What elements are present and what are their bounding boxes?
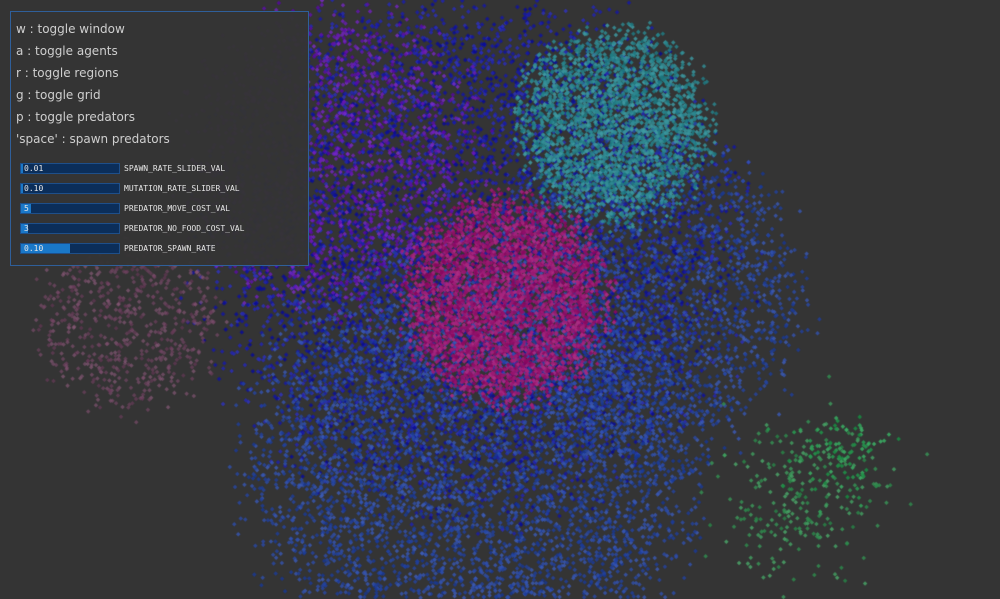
predator-no-food-cost-value: 3 bbox=[24, 224, 29, 233]
mutation-rate-slider-fill bbox=[21, 184, 23, 193]
key-hint-spawn-predators: 'space' : spawn predators bbox=[16, 132, 170, 146]
spawn-rate-slider-fill bbox=[21, 164, 23, 173]
predator-move-cost-label: PREDATOR_MOVE_COST_VAL bbox=[124, 204, 230, 213]
spawn-rate-value: 0.01 bbox=[24, 164, 44, 173]
predator-no-food-cost-slider-row: 3 PREDATOR_NO_FOOD_COST_VAL bbox=[20, 223, 300, 234]
key-hint-toggle-grid: g : toggle grid bbox=[16, 88, 101, 102]
controls-panel: w : toggle window a : toggle agents r : … bbox=[10, 11, 309, 266]
predator-spawn-rate-slider-row: 0.10 PREDATOR_SPAWN_RATE bbox=[20, 243, 300, 254]
mutation-rate-slider[interactable]: 0.10 bbox=[20, 183, 120, 194]
mutation-rate-slider-row: 0.10 MUTATION_RATE_SLIDER_VAL bbox=[20, 183, 300, 194]
predator-no-food-cost-label: PREDATOR_NO_FOOD_COST_VAL bbox=[124, 224, 245, 233]
predator-spawn-rate-slider[interactable]: 0.10 bbox=[20, 243, 120, 254]
predator-move-cost-value: 5 bbox=[24, 204, 29, 213]
key-hint-toggle-predators: p : toggle predators bbox=[16, 110, 135, 124]
spawn-rate-label: SPAWN_RATE_SLIDER_VAL bbox=[124, 164, 226, 173]
predator-spawn-rate-value: 0.10 bbox=[24, 244, 44, 253]
spawn-rate-slider-row: 0.01 SPAWN_RATE_SLIDER_VAL bbox=[20, 163, 300, 174]
key-hint-toggle-regions: r : toggle regions bbox=[16, 66, 119, 80]
predator-move-cost-slider[interactable]: 5 bbox=[20, 203, 120, 214]
spawn-rate-slider[interactable]: 0.01 bbox=[20, 163, 120, 174]
key-hint-toggle-agents: a : toggle agents bbox=[16, 44, 118, 58]
predator-move-cost-slider-row: 5 PREDATOR_MOVE_COST_VAL bbox=[20, 203, 300, 214]
key-hint-toggle-window: w : toggle window bbox=[16, 22, 125, 36]
simulation-window[interactable]: w : toggle window a : toggle agents r : … bbox=[0, 0, 1000, 599]
predator-spawn-rate-label: PREDATOR_SPAWN_RATE bbox=[124, 244, 216, 253]
mutation-rate-value: 0.10 bbox=[24, 184, 44, 193]
predator-no-food-cost-slider[interactable]: 3 bbox=[20, 223, 120, 234]
mutation-rate-label: MUTATION_RATE_SLIDER_VAL bbox=[124, 184, 240, 193]
